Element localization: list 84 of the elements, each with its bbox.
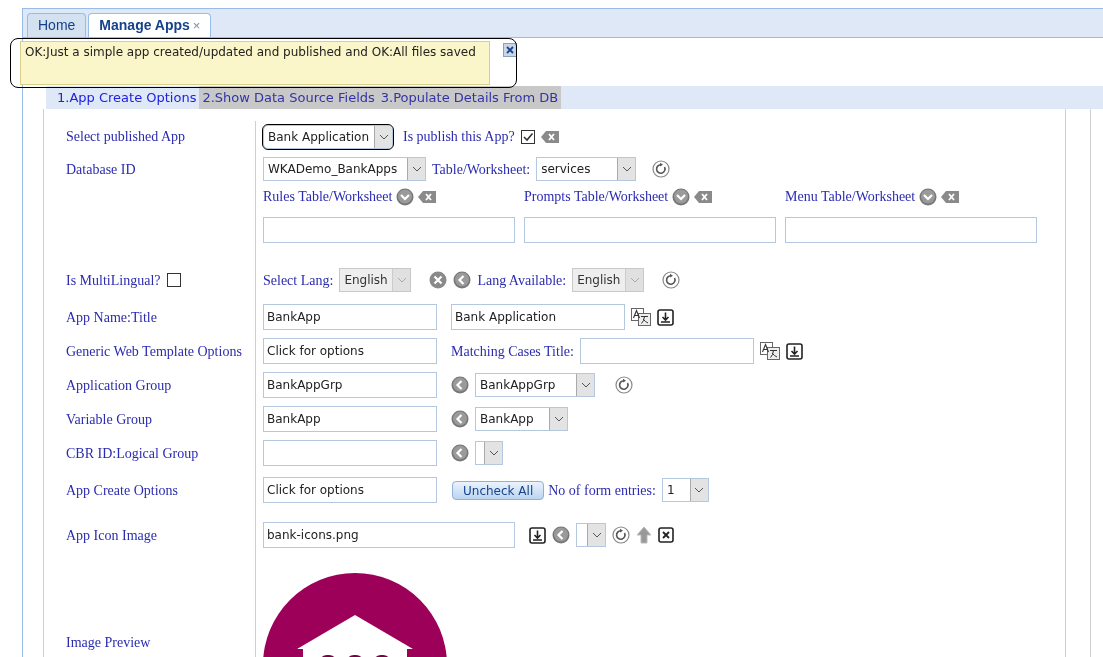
input-field[interactable]: Click for options (263, 477, 437, 503)
form-label: Rules Table/Worksheet (263, 188, 393, 206)
clear-icon[interactable] (941, 190, 960, 203)
refresh-icon[interactable] (612, 526, 630, 544)
input-field[interactable]: BankApp (263, 304, 437, 330)
form-label: Select published App (66, 128, 185, 146)
input-field[interactable] (579, 338, 754, 364)
form-label: Generic Web Template Options (66, 342, 242, 361)
download-icon[interactable] (529, 526, 546, 544)
form-label: Variable Group (66, 410, 152, 429)
step-tab[interactable]: 3.Populate Details From DB (377, 86, 562, 109)
caret-icon (378, 133, 389, 140)
dropdown[interactable] (576, 523, 606, 547)
caret-icon (621, 166, 632, 172)
dropdown[interactable]: BankApp (475, 407, 568, 431)
close-icon[interactable] (503, 43, 517, 57)
chevron-left-icon[interactable] (552, 526, 570, 544)
refresh-icon[interactable] (615, 376, 633, 394)
form-label: Prompts Table/Worksheet (524, 188, 669, 206)
input-field[interactable] (524, 217, 776, 243)
step-tab[interactable]: 2.Show Data Source Fields (199, 86, 378, 109)
translate-icon[interactable] (631, 308, 651, 326)
checkbox[interactable] (520, 129, 535, 144)
form-label: Is MultiLingual? (66, 271, 161, 290)
dropdown[interactable]: WKADemo_BankApps (263, 157, 426, 181)
input-field[interactable]: Bank Application (451, 304, 625, 330)
clear-icon[interactable] (540, 130, 559, 143)
caret-icon (629, 277, 640, 283)
clear-icon[interactable] (694, 190, 713, 203)
download-icon[interactable] (785, 342, 803, 360)
download-icon[interactable] (657, 308, 674, 326)
tab[interactable]: Home (27, 13, 87, 37)
form-label: No of form entries: (548, 481, 656, 500)
clear-icon[interactable] (418, 190, 437, 203)
refresh-icon[interactable] (652, 160, 671, 178)
input-field[interactable]: bank-icons.png (263, 522, 515, 548)
input-field[interactable]: BankApp (263, 406, 437, 432)
form-label: Matching Cases Title: (451, 342, 574, 361)
form-label: Is publish this App? (403, 128, 515, 146)
input-field[interactable]: BankAppGrp (263, 372, 437, 398)
form-label: Application Group (66, 376, 172, 395)
input-field[interactable] (263, 440, 437, 466)
chevron-left-icon[interactable] (451, 444, 469, 462)
form-label: App Icon Image (66, 526, 157, 545)
caret-icon (553, 416, 564, 422)
tab[interactable]: Manage Apps × (88, 13, 212, 37)
chevron-down-icon[interactable] (672, 187, 691, 206)
caret-icon (694, 487, 705, 493)
dropdown[interactable]: 1 (661, 478, 709, 502)
form-label: Menu Table/Worksheet (785, 188, 916, 206)
notification-message: OK:Just a simple app created/updated and published and OK:All files saved (20, 41, 490, 85)
caret-icon (396, 277, 407, 283)
close-icon[interactable] (658, 527, 674, 543)
form-label: App Create Options (66, 481, 178, 500)
input-field[interactable] (263, 217, 515, 243)
chevron-left-icon[interactable] (451, 376, 469, 394)
upload-icon[interactable] (636, 526, 652, 544)
chevron-down-icon[interactable] (396, 187, 415, 206)
form-label: App Name:Title (66, 308, 157, 327)
step-tab[interactable]: 1.App Create Options (54, 86, 200, 109)
form-label: Database ID (66, 160, 136, 179)
input-field[interactable] (785, 217, 1037, 243)
dropdown[interactable]: services (536, 157, 637, 181)
form-label: Table/Worksheet: (432, 160, 531, 179)
caret-icon (411, 166, 422, 172)
form-label: Lang Available: (477, 271, 567, 290)
dropdown[interactable]: Bank Application (263, 124, 393, 149)
caret-icon (488, 450, 499, 456)
dropdown[interactable]: BankAppGrp (475, 373, 595, 397)
refresh-icon[interactable] (662, 271, 681, 289)
tab-close-button[interactable]: × (192, 15, 201, 36)
caret-icon (580, 382, 591, 388)
translate-icon[interactable] (759, 342, 780, 360)
dropdown[interactable] (475, 441, 503, 465)
caret-icon (591, 532, 602, 538)
clear-icon[interactable] (429, 271, 448, 289)
form-label: CBR ID:Logical Group (66, 444, 199, 463)
input-field[interactable]: Click for options (263, 338, 437, 364)
form-label: Select Lang: (263, 271, 334, 290)
chevron-down-icon[interactable] (919, 187, 938, 206)
uncheck-all-button[interactable]: Uncheck All (452, 480, 545, 500)
form-label: Image Preview (66, 634, 151, 652)
chevron-left-icon[interactable] (453, 271, 472, 289)
chevron-left-icon[interactable] (451, 410, 469, 428)
